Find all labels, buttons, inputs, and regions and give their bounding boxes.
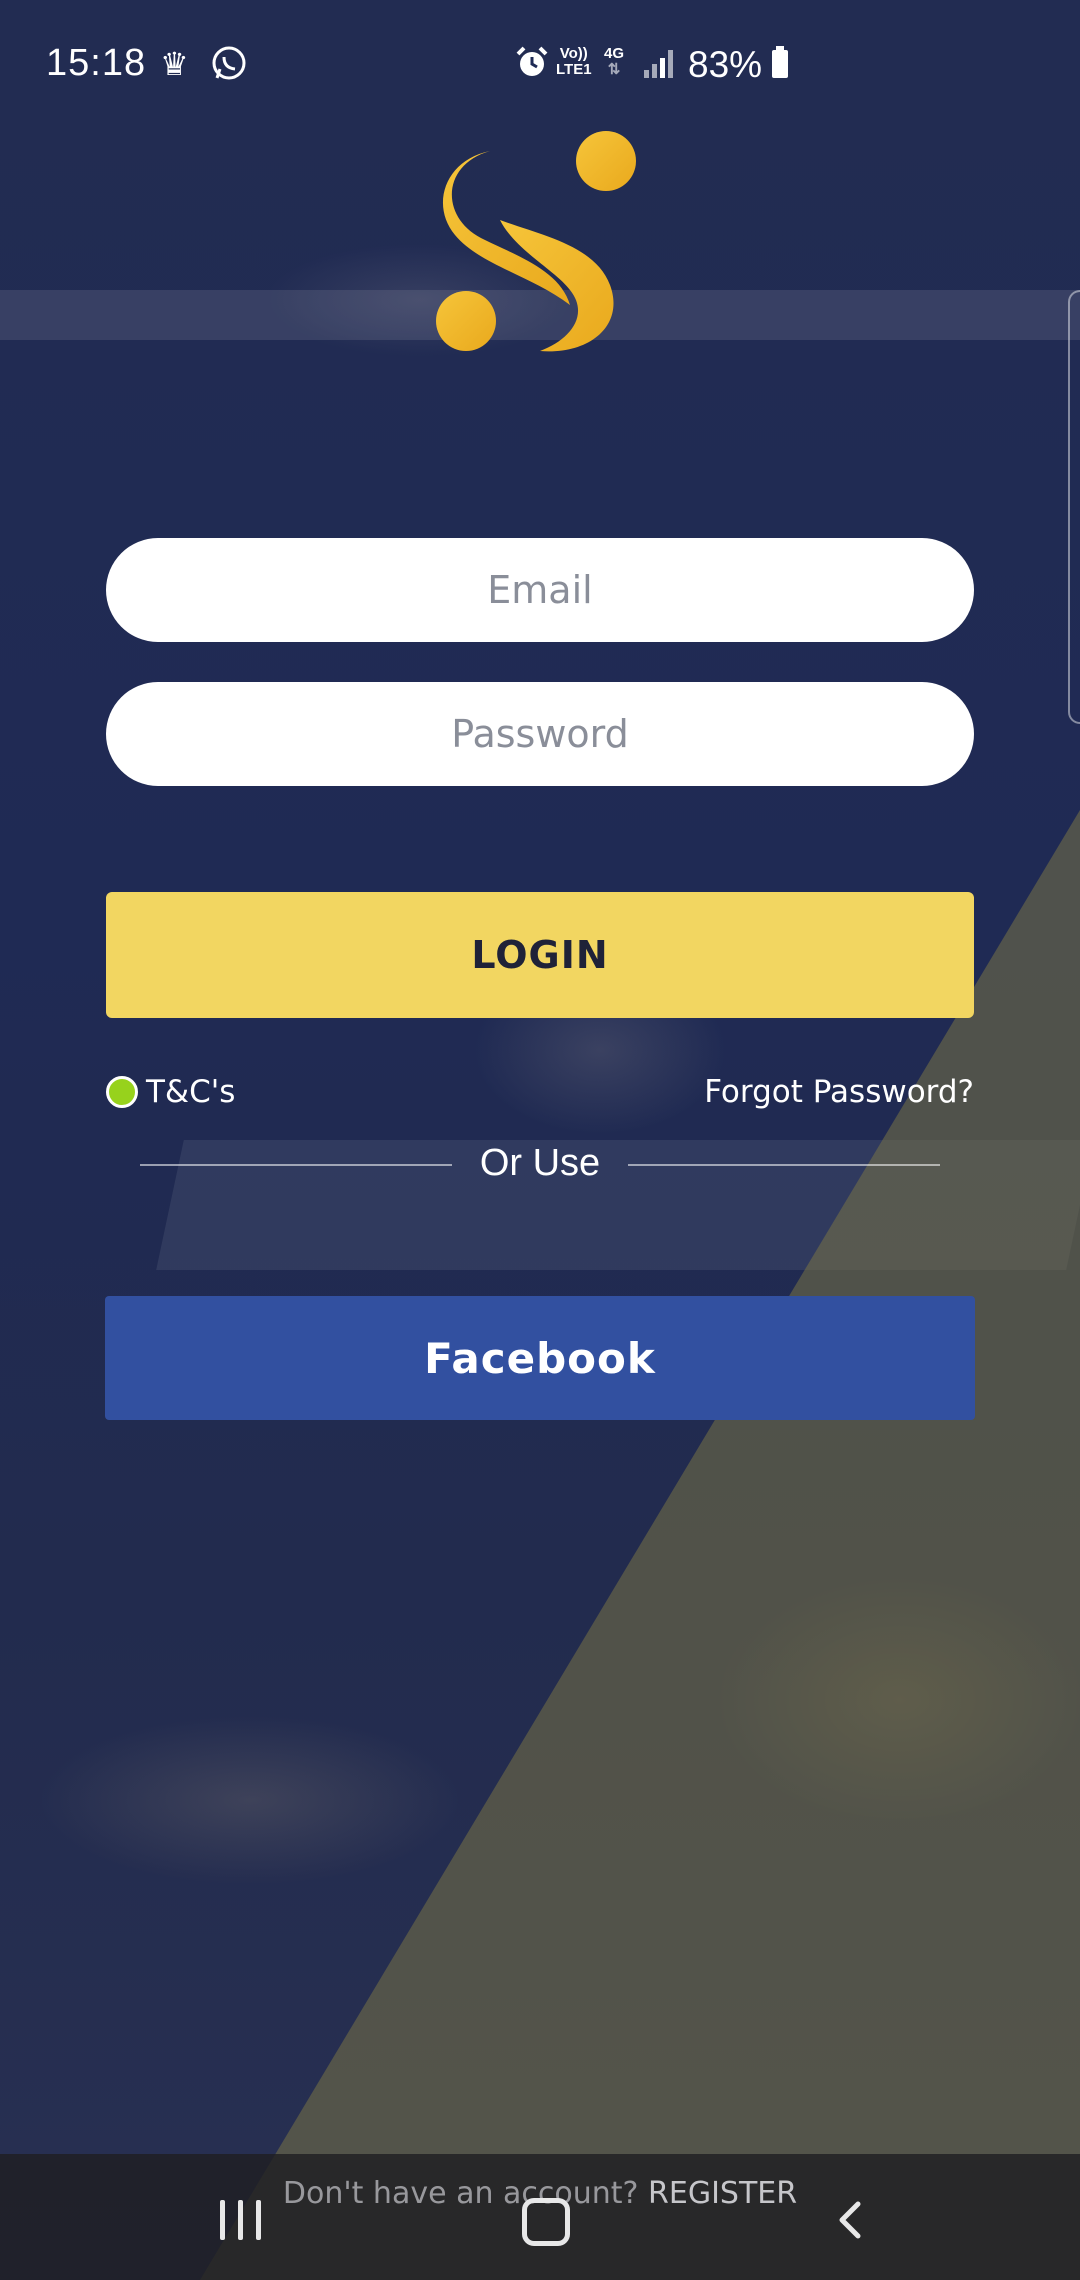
status-time: 15:18 bbox=[46, 42, 147, 84]
recent-apps-icon[interactable] bbox=[220, 2200, 264, 2240]
signal-icon bbox=[644, 50, 674, 78]
register-prompt-text: Don't have an account? bbox=[282, 2176, 639, 2211]
password-field[interactable] bbox=[106, 682, 974, 786]
tc-toggle[interactable]: T&C's bbox=[106, 1072, 235, 1112]
volte-indicator: Vo)) LTE1 bbox=[556, 46, 592, 78]
volte-label: Vo)) bbox=[559, 45, 588, 62]
facebook-login-button[interactable]: Facebook bbox=[105, 1296, 975, 1420]
network-indicator: 4G ⇅ bbox=[604, 46, 624, 78]
data-arrows-icon: ⇅ bbox=[607, 61, 621, 78]
network-label: 4G bbox=[604, 45, 625, 62]
email-field[interactable] bbox=[106, 538, 974, 642]
crown-icon: ♛ bbox=[160, 46, 189, 82]
edge-panel-handle[interactable] bbox=[1068, 290, 1080, 724]
lte-label: LTE1 bbox=[556, 61, 592, 78]
battery-icon bbox=[772, 46, 788, 78]
status-bar: 15:18 ♛ Vo)) LTE1 4G ⇅ 83% bbox=[0, 0, 1080, 130]
back-icon[interactable] bbox=[830, 2200, 870, 2240]
login-button[interactable]: LOGIN bbox=[106, 892, 974, 1018]
battery-percent: 83% bbox=[688, 44, 763, 85]
whatsapp-icon bbox=[210, 44, 248, 91]
tc-radio-icon[interactable] bbox=[106, 1076, 138, 1108]
or-use-label: Or Use bbox=[479, 1142, 601, 1184]
register-link[interactable]: REGISTER bbox=[648, 2176, 797, 2211]
login-screen: 15:18 ♛ Vo)) LTE1 4G ⇅ 83% Email LOGIN T… bbox=[0, 0, 1080, 2280]
tc-label[interactable]: T&C's bbox=[146, 1074, 235, 1110]
home-icon[interactable] bbox=[522, 2198, 570, 2246]
forgot-password-link[interactable]: Forgot Password? bbox=[704, 1072, 974, 1112]
alarm-icon bbox=[514, 44, 550, 89]
app-logo bbox=[436, 131, 636, 352]
